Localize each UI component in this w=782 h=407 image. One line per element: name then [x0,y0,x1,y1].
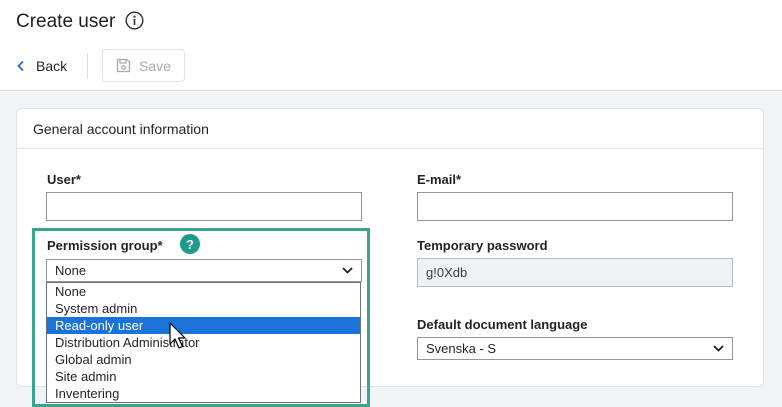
default-language-value: Svenska - S [426,341,497,356]
user-label: User* [47,172,81,187]
back-button-label: Back [36,58,68,74]
info-icon[interactable] [125,11,144,30]
default-language-label: Default document language [417,317,588,332]
temporary-password-label: Temporary password [417,238,548,253]
temporary-password-field: g!0Xdb [417,258,733,287]
email-label: E-mail* [417,172,462,187]
chevron-down-icon [713,345,724,352]
mouse-pointer-icon [169,322,186,349]
chevron-left-icon [17,60,24,72]
page-title: Create user [16,11,116,32]
page-header: Create user Back Save [0,0,782,91]
user-input[interactable] [46,192,362,221]
save-icon [116,58,131,73]
save-button[interactable]: Save [102,49,185,82]
default-language-select[interactable]: Svenska - S [417,337,733,360]
save-button-label: Save [139,57,171,74]
email-input[interactable] [417,192,733,221]
back-button[interactable]: Back [16,55,67,77]
toolbar-divider [87,53,88,79]
card-title: General account information [33,121,209,137]
card-header: General account information [17,109,763,149]
highlight-box [32,228,370,407]
